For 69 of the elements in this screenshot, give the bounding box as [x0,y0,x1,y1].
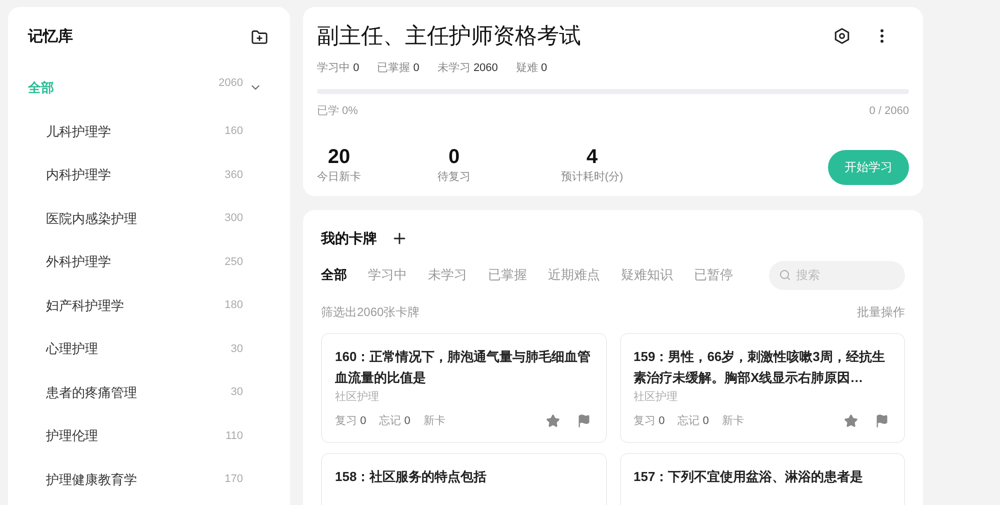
flag-icon[interactable] [875,414,889,428]
category-count: 30 [230,342,243,356]
sidebar-item[interactable]: 患者的疼痛管理 30 [28,370,270,414]
settings-icon[interactable] [833,26,851,44]
category-label: 患者的疼痛管理 [46,384,138,402]
category-label: 心理护理 [46,340,99,358]
filter-tab[interactable]: 全部 [321,265,347,285]
flashcard[interactable]: 160：正常情况下，肺泡通气量与肺毛细血管血流量的比值是 社区护理 复习 0 忘记 0 新卡 [321,332,606,442]
summary-value: 20 [328,145,350,169]
category-count: 170 [224,472,243,487]
category-count: 360 [224,168,243,182]
deck-title: 副主任、主任护师资格考试 [317,22,581,50]
category-label: 护理健康教育学 [46,470,138,488]
card-question: 157：下列不宜使用盆浴、淋浴的患者是 [634,468,864,486]
flashcard[interactable]: 157：下列不宜使用盆浴、淋浴的患者是 [620,452,905,505]
category-label: 医院内感染护理 [46,210,138,228]
sidebar-item[interactable]: 儿科护理学 160 [28,110,270,153]
category-count: 180 [224,298,243,313]
progress-reading: 0 / 2060 [869,104,909,118]
category-count: 110 [225,428,243,444]
forget-count: 忘记 0 [678,414,709,429]
card-category: 社区护理 [335,390,380,404]
flashcard[interactable]: 159：男性，66岁，刺激性咳嗽3周，经抗生素治疗未缓解。胸部X线显示右肺原因… 社区护理 复习 0 忘记 0 新卡 [620,332,905,442]
category-label: 外科护理学 [46,253,112,271]
sidebar-title: 记忆库 [28,26,73,47]
card-status: 新卡 [423,414,446,429]
progress-label: 已学 0% [317,104,358,118]
sidebar-item[interactable]: 心理护理 30 [28,327,270,370]
filter-result-text: 筛选出2060张卡牌 [321,304,420,320]
add-folder-icon[interactable] [251,28,268,46]
category-label: 全部 [28,79,55,97]
sidebar-item[interactable]: 妇产科护理学 180 [28,284,270,327]
stat-text: 未学习 2060 [437,61,498,76]
card-question: 160：正常情况下，肺泡通气量与肺毛细血管血流量的比值是 [335,348,592,386]
category-count: 300 [224,211,243,226]
category-label: 护理伦理 [46,427,99,445]
sidebar-item[interactable]: 医院内感染护理 300 [28,196,270,240]
stat-text: 学习中 0 [317,61,360,76]
star-icon[interactable] [546,414,560,428]
flag-icon[interactable] [576,414,590,428]
category-count: 160 [224,124,243,139]
sidebar-item[interactable]: 内科护理学 360 [28,153,270,196]
category-count: 30 [230,385,243,400]
summary-value: 4 [586,145,598,169]
category-label: 妇产科护理学 [46,296,125,314]
summary-value: 0 [448,145,460,169]
sidebar-item[interactable]: 护理健康教育学 170 [28,458,270,501]
category-count: 2060 [218,76,243,91]
stat-text: 疑难 0 [516,61,548,76]
card-question: 159：男性，66岁，刺激性咳嗽3周，经抗生素治疗未缓解。胸部X线显示右肺原因… [634,348,886,386]
card-category: 社区护理 [634,390,678,404]
panel-title: 我的卡牌 [321,228,377,248]
sidebar-item[interactable]: 外科护理学 250 [28,240,270,284]
sidebar-item[interactable]: 护理伦理 110 [28,414,270,458]
summary-label: 今日新卡 [317,170,361,185]
star-icon[interactable] [844,414,858,428]
forget-count: 忘记 0 [379,414,410,429]
card-status: 新卡 [722,414,744,429]
card-question: 158：社区服务的特点包括 [335,468,488,486]
flashcard[interactable]: 158：社区服务的特点包括 [321,452,606,505]
summary-label: 待复习 [438,170,470,185]
summary-label: 预计耗时(分) [560,170,624,185]
category-label: 内科护理学 [46,166,112,184]
search-icon [779,269,791,281]
review-count: 复习 0 [335,414,366,429]
category-label: 儿科护理学 [46,122,112,140]
category-count: 250 [224,254,243,270]
stat-text: 已掌握 0 [377,61,420,76]
review-count: 复习 0 [634,414,665,429]
